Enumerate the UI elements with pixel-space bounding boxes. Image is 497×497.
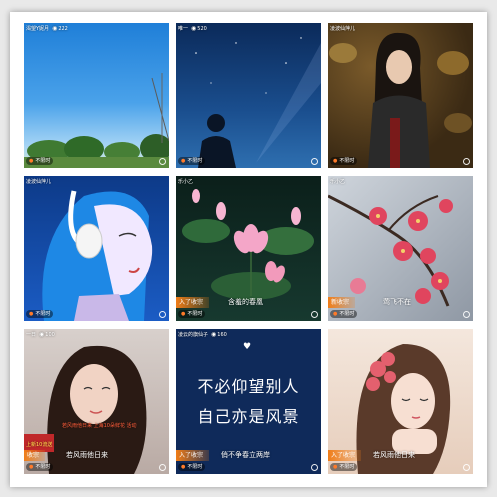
duration-label: 不限时 bbox=[35, 158, 51, 164]
duration-badge: ● 不限时 bbox=[330, 157, 358, 165]
card-header: 唯一 ◉520 bbox=[178, 24, 319, 34]
more-icon[interactable] bbox=[463, 158, 470, 165]
host-name: 乐小乙 bbox=[330, 179, 346, 185]
portrait-image bbox=[329, 32, 472, 168]
live-dot-icon: ● bbox=[181, 464, 186, 470]
caption-text: 若风雨他日来 bbox=[66, 451, 108, 459]
duration-badge: ● 不限时 bbox=[26, 463, 54, 471]
duration-label: 不限时 bbox=[339, 158, 355, 164]
viewer-icon: ◉ bbox=[211, 331, 217, 338]
duration-badge: ● 不限时 bbox=[178, 157, 206, 165]
card-header: 渴望Y妮月 ◉222 bbox=[26, 24, 167, 34]
card-header: 凌云的旗仙子 ◉160 bbox=[178, 330, 319, 340]
viewer-count: 222 bbox=[58, 26, 68, 32]
caption-text: 若风雨他日来 bbox=[373, 451, 415, 459]
viewer-count: 100 bbox=[45, 332, 55, 338]
more-icon[interactable] bbox=[463, 311, 470, 318]
more-icon[interactable] bbox=[311, 464, 318, 471]
live-dot-icon: ● bbox=[333, 158, 338, 164]
host-name: 一日 bbox=[26, 332, 37, 338]
card-header: 凌波仙萍儿 bbox=[330, 24, 471, 34]
gift-banner: 收宗 bbox=[24, 450, 46, 461]
host-name: 唯一 bbox=[178, 26, 189, 32]
duration-label: 不限时 bbox=[187, 158, 203, 164]
heart-icon: ♥ bbox=[243, 342, 252, 352]
overlay-text: 若风雨他日来 上海10朵鲜花 活动 bbox=[62, 423, 137, 429]
card-header: 乐小乙 bbox=[330, 177, 471, 187]
viewer-icon: ◉ bbox=[39, 331, 45, 338]
more-icon[interactable] bbox=[311, 311, 318, 318]
duration-badge: ● 不限时 bbox=[26, 157, 54, 165]
viewer-count: 520 bbox=[197, 26, 207, 32]
host-name: 凌云的旗仙子 bbox=[178, 332, 209, 338]
viewer-icon: ◉ bbox=[52, 25, 58, 32]
duration-label: 不限时 bbox=[339, 311, 355, 317]
host-name: 凌波仙萍儿 bbox=[330, 26, 356, 32]
more-icon[interactable] bbox=[159, 464, 166, 471]
quote-line-1: 不必仰望别人 bbox=[197, 377, 300, 396]
caption-text: 俏不争春立两岸 bbox=[221, 451, 270, 459]
gift-banner: 新收宗 bbox=[328, 297, 356, 308]
live-room-card-1[interactable]: 渴望Y妮月 ◉222 ● 不限时 bbox=[24, 23, 169, 168]
live-room-card-7[interactable]: 一日 ◉100 若风雨他日来 上海10朵鲜花 活动 上新10流送 收宗 若风雨他日… bbox=[24, 329, 169, 474]
night-sky-image bbox=[195, 37, 321, 168]
more-icon[interactable] bbox=[159, 311, 166, 318]
duration-badge: ● 不限时 bbox=[178, 463, 206, 471]
viewer-icon: ◉ bbox=[191, 25, 197, 32]
illustration-image bbox=[42, 190, 153, 321]
quote-line-2: 自己亦是风景 bbox=[197, 407, 300, 426]
duration-badge: ● 不限时 bbox=[178, 310, 206, 318]
live-room-card-8[interactable]: 凌云的旗仙子 ◉160 ♥ 不必仰望别人 自己亦是风景 入了收宗 俏不争春立两岸 … bbox=[176, 329, 321, 474]
live-room-card-5[interactable]: 乐小乙 入了收宗 含羞的春凰 ● 不限时 bbox=[176, 176, 321, 321]
card-header: 一日 ◉100 bbox=[26, 330, 167, 340]
duration-badge: ● 不限时 bbox=[26, 310, 54, 318]
live-dot-icon: ● bbox=[333, 311, 338, 317]
live-room-card-3[interactable]: 凌波仙萍儿 ● 不限时 bbox=[328, 23, 473, 168]
more-icon[interactable] bbox=[159, 158, 166, 165]
live-room-card-9[interactable]: 入了收宗 若风雨他日来 ● 不限时 bbox=[328, 329, 473, 474]
host-name: 渴望Y妮月 bbox=[26, 26, 50, 32]
live-room-card-4[interactable]: 凌波仙萍儿 ● 不限时 bbox=[24, 176, 169, 321]
more-icon[interactable] bbox=[463, 464, 470, 471]
duration-label: 不限时 bbox=[187, 311, 203, 317]
gift-banner: 入了收宗 bbox=[176, 450, 210, 461]
live-dot-icon: ● bbox=[181, 158, 186, 164]
duration-badge: ● 不限时 bbox=[330, 463, 358, 471]
duration-badge: ● 不限时 bbox=[330, 310, 358, 318]
card-header: 凌波仙萍儿 bbox=[26, 177, 167, 187]
photo-grid: 渴望Y妮月 ◉222 ● 不限时 唯一 ◉520 ● 不限时 凌波仙萍儿 ● 不… bbox=[10, 12, 487, 487]
duration-label: 不限时 bbox=[339, 464, 355, 470]
caption-text: 含羞的春凰 bbox=[228, 298, 263, 306]
live-dot-icon: ● bbox=[181, 311, 186, 317]
duration-label: 不限时 bbox=[35, 464, 51, 470]
live-dot-icon: ● bbox=[29, 464, 34, 470]
live-dot-icon: ● bbox=[29, 311, 34, 317]
host-name: 乐小乙 bbox=[178, 179, 194, 185]
duration-label: 不限时 bbox=[187, 464, 203, 470]
live-room-card-2[interactable]: 唯一 ◉520 ● 不限时 bbox=[176, 23, 321, 168]
duration-label: 不限时 bbox=[35, 311, 51, 317]
host-name: 凌波仙萍儿 bbox=[26, 179, 52, 185]
live-room-card-6[interactable]: 乐小乙 新收宗 莺飞不在 ● 不限时 bbox=[328, 176, 473, 321]
more-icon[interactable] bbox=[311, 158, 318, 165]
caption-text: 莺飞不在 bbox=[383, 298, 411, 306]
live-dot-icon: ● bbox=[29, 158, 34, 164]
live-dot-icon: ● bbox=[333, 464, 338, 470]
gift-banner: 入了收宗 bbox=[176, 297, 210, 308]
viewer-count: 160 bbox=[217, 332, 227, 338]
card-header: 乐小乙 bbox=[178, 177, 319, 187]
gift-banner: 入了收宗 bbox=[328, 450, 362, 461]
trees-image bbox=[24, 73, 169, 168]
promo-label: 上新10流送 bbox=[26, 442, 53, 448]
